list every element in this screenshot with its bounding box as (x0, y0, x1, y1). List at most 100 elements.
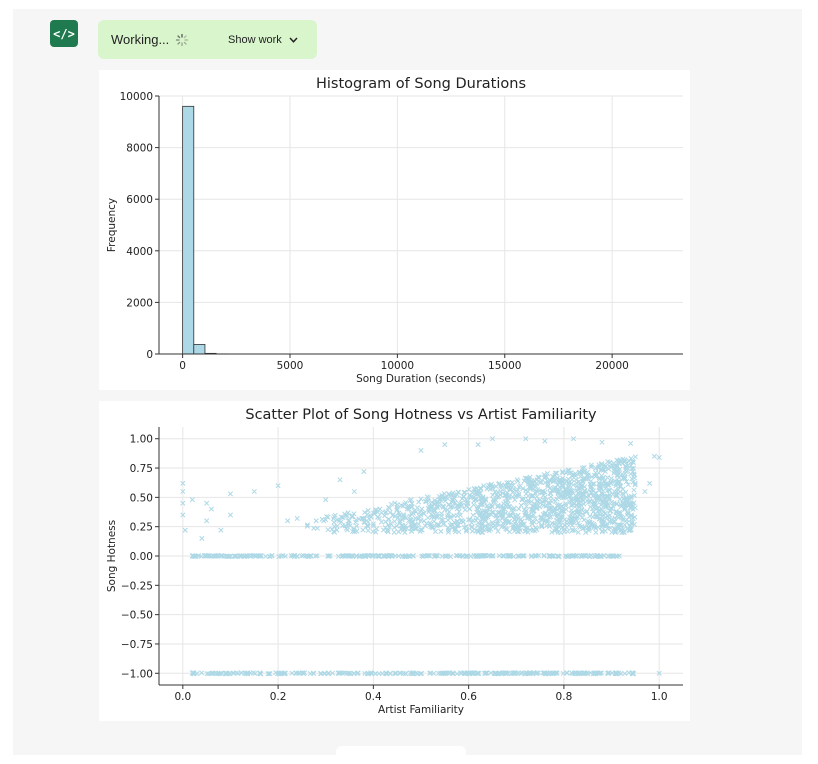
scatter-point (182, 527, 188, 533)
y-tick-label: 6000 (126, 194, 153, 206)
scatter-point (593, 529, 599, 535)
x-tick-label: 20000 (595, 360, 628, 372)
y-tick-label: 0.00 (130, 551, 153, 563)
scatter-point (227, 512, 234, 518)
scatter-card: 0.0 0.2 0.4 0.6 0.8 1.0 1.00 0.75 0.50 0.25 0.00 −0… (99, 401, 690, 721)
scatter-point (383, 519, 389, 525)
y-tick-label: 0.25 (130, 522, 153, 534)
scatter-point (391, 529, 397, 535)
scatter-point (204, 500, 210, 506)
y-tick-label: −0.50 (121, 610, 153, 622)
scatter-point (208, 506, 214, 512)
x-tick-label: 0.0 (174, 691, 191, 703)
scatter-point (337, 477, 343, 483)
scatter-point (516, 506, 522, 512)
x-tick-label: 0.4 (365, 691, 382, 703)
scatter-point (361, 469, 367, 475)
x-tick-label: 15000 (488, 360, 521, 372)
scatter-point (218, 527, 224, 533)
y-tick-label: 8000 (126, 143, 153, 155)
chart-title: Scatter Plot of Song Hotness vs Artist F… (245, 407, 597, 423)
chart-title: Histogram of Song Durations (316, 76, 526, 92)
show-work-label: Show work (228, 33, 282, 46)
scatter-point (294, 515, 300, 522)
scatter-point (189, 497, 195, 503)
scatter-chart: 0.0 0.2 0.4 0.6 0.8 1.0 1.00 0.75 0.50 0.25 0.00 −0… (106, 407, 683, 716)
y-axis-label: Frequency (106, 198, 118, 252)
y-tick-label: 0.75 (130, 463, 153, 475)
histogram-card: 0 5000 10000 15000 20000 0 2000 4000 6000 8000 100… (99, 70, 690, 390)
scatter-point (506, 529, 513, 535)
x-tick-label: 5000 (277, 360, 304, 372)
y-tick-label: 4000 (126, 246, 153, 258)
scatter-point (360, 527, 366, 533)
scatter-point (375, 514, 381, 520)
scatter-point (558, 529, 564, 536)
scatter-point (475, 523, 481, 529)
scatter-point (438, 528, 444, 534)
scatter-point (377, 506, 383, 512)
scatter-point (587, 513, 593, 519)
scatter-point (628, 471, 634, 477)
scatter-point (632, 454, 638, 460)
histogram-chart: 0 5000 10000 15000 20000 0 2000 4000 6000 8000 100… (106, 76, 683, 385)
scatter-point (378, 519, 385, 525)
scatter-point (515, 478, 521, 484)
code-icon[interactable]: </> (50, 20, 78, 47)
x-tick-label: 0 (179, 360, 186, 372)
scatter-point (622, 470, 628, 477)
bottom-tab[interactable] (336, 746, 466, 764)
scatter-point (517, 483, 523, 489)
scatter-point (313, 518, 319, 524)
scatter-point (331, 519, 337, 525)
scatter-point (475, 442, 481, 448)
spinner-icon (176, 33, 189, 46)
y-tick-label: 1.00 (130, 434, 153, 446)
scatter-point (325, 527, 331, 533)
scatter-point (442, 442, 448, 448)
y-tick-label: −0.25 (121, 580, 153, 592)
scatter-point (599, 439, 605, 445)
scatter-point (432, 528, 438, 535)
status-bar: Working... Show work (98, 20, 317, 59)
scatter-point (512, 497, 518, 503)
scatter-point (470, 512, 476, 518)
y-tick-label: 0.50 (130, 492, 153, 504)
scatter-point (365, 528, 371, 534)
scatter-point (626, 670, 632, 676)
scatter-point (204, 518, 210, 524)
scatter-point (416, 499, 422, 505)
scatter-point (285, 518, 291, 524)
scatter-point (544, 523, 550, 529)
y-axis-label: Song Hotness (106, 520, 118, 592)
scatter-point (392, 518, 398, 524)
scatter-point (628, 440, 634, 446)
scatter-point (351, 488, 357, 495)
scatter-point (386, 516, 392, 523)
y-tick-label: 10000 (120, 91, 153, 103)
scatter-point (542, 438, 548, 444)
scatter-point (647, 480, 653, 486)
scatter-point (323, 497, 329, 503)
scatter-point (642, 488, 648, 495)
histogram-bar (182, 105, 195, 355)
scatter-point (624, 517, 630, 523)
show-work-button[interactable]: Show work (228, 20, 298, 59)
y-tick-label: 0 (146, 349, 153, 361)
scatter-point (596, 470, 602, 476)
y-tick-label: −1.00 (121, 668, 153, 680)
x-tick-label: 1.0 (651, 691, 668, 703)
y-tick-label: 2000 (126, 297, 153, 309)
scatter-point (251, 488, 257, 495)
scatter-point (631, 487, 637, 493)
status-text: Working... (111, 32, 170, 47)
scatter-point (462, 507, 468, 513)
scatter-point (564, 518, 570, 524)
scatter-point (227, 491, 234, 497)
scatter-point (418, 447, 424, 454)
x-tick-label: 0.2 (270, 691, 287, 703)
scatter-point (425, 515, 431, 521)
scatter-point (651, 453, 657, 459)
scatter-point (438, 510, 445, 517)
histogram-bar (193, 344, 206, 355)
